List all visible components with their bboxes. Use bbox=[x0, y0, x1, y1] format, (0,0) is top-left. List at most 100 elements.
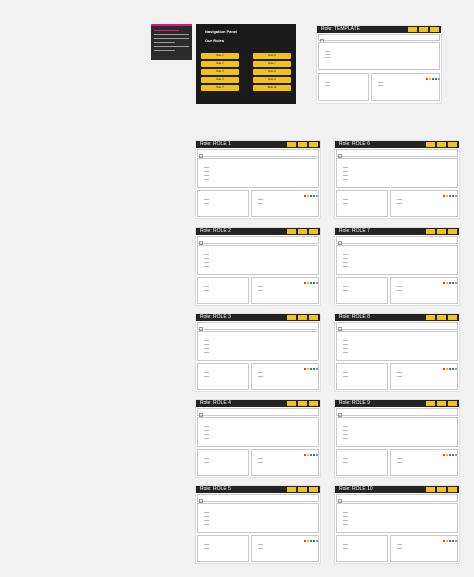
header-button[interactable] bbox=[408, 27, 417, 32]
nav-button-role-5[interactable]: Role 5 bbox=[201, 85, 239, 91]
domains-box[interactable] bbox=[197, 449, 249, 476]
domains-box[interactable] bbox=[197, 535, 249, 562]
header-button[interactable] bbox=[437, 315, 446, 320]
template-board[interactable]: Role: TEMPLATE bbox=[317, 26, 441, 103]
accountabilities-box[interactable] bbox=[336, 331, 458, 361]
purpose-box[interactable] bbox=[336, 322, 458, 331]
header-button[interactable] bbox=[298, 315, 307, 320]
accountabilities-box[interactable] bbox=[197, 331, 319, 361]
header-button[interactable] bbox=[298, 487, 307, 492]
energizers-box[interactable] bbox=[251, 363, 319, 390]
energizers-box[interactable] bbox=[390, 535, 458, 562]
accountabilities-box[interactable] bbox=[197, 503, 319, 533]
domains-box[interactable] bbox=[336, 190, 388, 217]
purpose-box[interactable] bbox=[336, 494, 458, 503]
header-button[interactable] bbox=[287, 229, 296, 234]
header-button[interactable] bbox=[298, 229, 307, 234]
header-button[interactable] bbox=[448, 142, 457, 147]
role-board[interactable]: Role: ROLE 6 bbox=[335, 141, 459, 218]
accountabilities-box[interactable] bbox=[336, 417, 458, 447]
energizers-box[interactable] bbox=[251, 449, 319, 476]
header-button[interactable] bbox=[287, 142, 296, 147]
accountabilities-box[interactable] bbox=[336, 503, 458, 533]
domains-box[interactable] bbox=[336, 449, 388, 476]
purpose-box[interactable] bbox=[336, 236, 458, 245]
purpose-box[interactable] bbox=[336, 408, 458, 417]
role-board[interactable]: Role: ROLE 2 bbox=[196, 228, 320, 305]
accountabilities-box[interactable] bbox=[336, 158, 458, 188]
header-button[interactable] bbox=[430, 27, 439, 32]
energizers-box[interactable] bbox=[251, 190, 319, 217]
accountabilities-box[interactable] bbox=[336, 245, 458, 275]
nav-button-role-10[interactable]: Role 10 bbox=[253, 85, 291, 91]
header-button[interactable] bbox=[309, 142, 318, 147]
purpose-box[interactable] bbox=[197, 322, 319, 331]
header-button[interactable] bbox=[448, 487, 457, 492]
header-button[interactable] bbox=[419, 27, 428, 32]
header-button[interactable] bbox=[309, 229, 318, 234]
app-logos-icon bbox=[304, 368, 318, 370]
header-button[interactable] bbox=[298, 401, 307, 406]
header-button[interactable] bbox=[309, 401, 318, 406]
role-board[interactable]: Role: ROLE 4 bbox=[196, 400, 320, 477]
nav-button-role-6[interactable]: Role 6 bbox=[253, 53, 291, 59]
role-board[interactable]: Role: ROLE 7 bbox=[335, 228, 459, 305]
header-button[interactable] bbox=[448, 229, 457, 234]
nav-button-role-3[interactable]: Role 3 bbox=[201, 69, 239, 75]
role-board[interactable]: Role: ROLE 10 bbox=[335, 486, 459, 563]
nav-button-role-9[interactable]: Role 9 bbox=[253, 77, 291, 83]
nav-button-role-1[interactable]: Role 1 bbox=[201, 53, 239, 59]
domains-box[interactable] bbox=[197, 190, 249, 217]
energizers-box[interactable] bbox=[390, 190, 458, 217]
header-button[interactable] bbox=[426, 487, 435, 492]
domains-box[interactable] bbox=[336, 363, 388, 390]
nav-button-role-7[interactable]: Role 7 bbox=[253, 61, 291, 67]
header-button[interactable] bbox=[287, 315, 296, 320]
header-button[interactable] bbox=[426, 229, 435, 234]
purpose-box[interactable] bbox=[197, 494, 319, 503]
header-button[interactable] bbox=[437, 401, 446, 406]
header-button[interactable] bbox=[298, 142, 307, 147]
domains-box[interactable] bbox=[318, 73, 369, 101]
header-button[interactable] bbox=[448, 401, 457, 406]
role-board[interactable]: Role: ROLE 9 bbox=[335, 400, 459, 477]
energizers-box[interactable] bbox=[251, 277, 319, 304]
role-board[interactable]: Role: ROLE 1 bbox=[196, 141, 320, 218]
accountabilities-box[interactable] bbox=[197, 245, 319, 275]
header-button[interactable] bbox=[448, 315, 457, 320]
nav-button-role-2[interactable]: Role 2 bbox=[201, 61, 239, 67]
intro-note[interactable] bbox=[151, 24, 192, 60]
domains-box[interactable] bbox=[197, 277, 249, 304]
energizers-box[interactable] bbox=[390, 277, 458, 304]
role-board[interactable]: Role: ROLE 5 bbox=[196, 486, 320, 563]
purpose-box[interactable] bbox=[197, 149, 319, 158]
energizers-box[interactable] bbox=[371, 73, 440, 101]
purpose-box[interactable] bbox=[197, 236, 319, 245]
header-button[interactable] bbox=[426, 142, 435, 147]
role-board[interactable]: Role: ROLE 3 bbox=[196, 314, 320, 391]
domains-box[interactable] bbox=[336, 277, 388, 304]
accountabilities-box[interactable] bbox=[197, 158, 319, 188]
header-button[interactable] bbox=[426, 401, 435, 406]
domains-box[interactable] bbox=[197, 363, 249, 390]
purpose-box[interactable] bbox=[197, 408, 319, 417]
nav-button-role-4[interactable]: Role 4 bbox=[201, 77, 239, 83]
energizers-box[interactable] bbox=[390, 449, 458, 476]
header-button[interactable] bbox=[437, 229, 446, 234]
header-button[interactable] bbox=[437, 487, 446, 492]
role-board[interactable]: Role: ROLE 8 bbox=[335, 314, 459, 391]
header-button[interactable] bbox=[287, 401, 296, 406]
header-button[interactable] bbox=[309, 487, 318, 492]
accountabilities-box[interactable] bbox=[318, 42, 440, 70]
energizers-box[interactable] bbox=[390, 363, 458, 390]
domains-box[interactable] bbox=[336, 535, 388, 562]
purpose-box[interactable] bbox=[336, 149, 458, 158]
accountabilities-box[interactable] bbox=[197, 417, 319, 447]
purpose-box[interactable] bbox=[318, 34, 440, 43]
nav-button-role-8[interactable]: Role 8 bbox=[253, 69, 291, 75]
header-button[interactable] bbox=[426, 315, 435, 320]
header-button[interactable] bbox=[309, 315, 318, 320]
energizers-box[interactable] bbox=[251, 535, 319, 562]
header-button[interactable] bbox=[287, 487, 296, 492]
header-button[interactable] bbox=[437, 142, 446, 147]
